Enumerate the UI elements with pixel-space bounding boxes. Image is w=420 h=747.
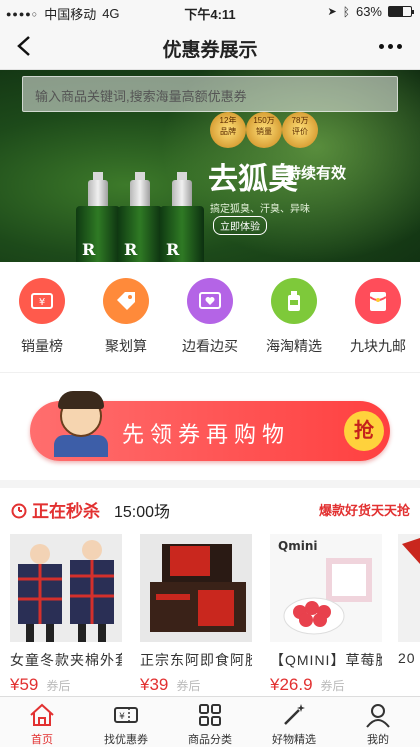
category-juhuasuan[interactable]: 聚划算 (84, 278, 168, 356)
flash-sale-label: 正在秒杀 (32, 502, 100, 521)
category-label: 海淘精选 (266, 338, 322, 354)
badge-sales: 150万 销量 (246, 112, 282, 148)
category-label: 销量榜 (21, 338, 63, 354)
category-99-shipping[interactable]: 九块九邮 (336, 278, 420, 356)
tab-good-picks[interactable]: 好物精选 (252, 701, 336, 747)
after-coupon-label: 券后 (46, 679, 71, 693)
more-dot (378, 43, 384, 49)
grid-icon (199, 704, 221, 726)
tab-label: 我的 (367, 734, 389, 746)
promo-banner[interactable]: R R R 输入商品关键词,搜索海量高额优惠券 12年 品牌 150万 销量 78万… (0, 70, 420, 262)
flash-sale-more-link[interactable]: 爆款好货天天抢 (319, 500, 410, 519)
category-watch-buy[interactable]: 边看边买 (168, 278, 252, 356)
tab-label: 好物精选 (272, 734, 316, 746)
product-price: ¥59 (10, 675, 39, 694)
alarm-clock-icon (11, 503, 27, 518)
product-name: 正宗东阿即食阿胶 (140, 652, 252, 668)
banner-cta[interactable]: 立即体验 (213, 216, 267, 235)
category-sales-ranking[interactable]: ¥ 销量榜 (0, 278, 84, 356)
bluetooth-icon: ᛒ (342, 4, 350, 19)
tab-mine[interactable]: 我的 (336, 701, 420, 747)
svg-text:¥: ¥ (119, 712, 125, 722)
page-title: 优惠券展示 (162, 40, 258, 61)
category-label: 九块九邮 (350, 338, 406, 354)
magic-wand-icon (284, 704, 305, 725)
location-icon: ➤ (327, 6, 337, 18)
coupon-banner[interactable]: 先领券再购物 抢 (30, 391, 390, 461)
after-coupon-label: 券后 (176, 679, 201, 693)
more-dot (387, 43, 393, 49)
product-name: 【QMINI】草莓脆 (270, 652, 382, 668)
product-name: 20 (398, 650, 416, 666)
product-bottle: R (76, 172, 120, 262)
product-price-row: ¥39 券后 (140, 675, 252, 695)
heart-tv-icon (187, 278, 233, 324)
tab-home[interactable]: 首页 (0, 701, 84, 747)
product-price: ¥39 (140, 675, 169, 694)
svg-text:¥: ¥ (39, 297, 45, 308)
banner-subheadline: 持续有效 (286, 165, 347, 182)
product-name: 女童冬款夹棉外套 (10, 652, 122, 668)
product-card[interactable]: 20 (398, 534, 420, 666)
flash-sale-header: 正在秒杀 15:00场 爆款好货天天抢 (0, 480, 420, 524)
svg-text:Qmini: Qmini (278, 539, 317, 553)
product-image (140, 534, 252, 642)
more-dot (396, 43, 402, 49)
product-bottle: R (118, 172, 162, 262)
status-bar: ●●●●○ 中国移动 4G 下午4:11 ➤ ᛒ 63% (0, 0, 420, 22)
battery-percent: 63% (355, 4, 382, 19)
mascot-image (52, 387, 110, 457)
coupon-banner-area: 先领券再购物 抢 (0, 372, 420, 480)
status-right: ➤ ᛒ 63% (327, 4, 414, 19)
product-bottle: R (160, 172, 204, 262)
coupon-icon: ¥ (114, 707, 138, 723)
product-card[interactable]: Qmini 【QMINI】草莓脆 ¥26.9 券后 (270, 534, 382, 695)
coupon-banner-text: 先领券再购物 (122, 422, 291, 447)
tab-categories[interactable]: 商品分类 (168, 701, 252, 747)
bottle-icon (271, 278, 317, 324)
product-price: ¥26.9 (270, 675, 313, 694)
user-icon (366, 704, 390, 728)
nav-bar: 优惠券展示 (0, 22, 420, 70)
red-envelope-icon (355, 278, 401, 324)
ticket-icon: ¥ (19, 278, 65, 324)
banner-note: 搞定狐臭、汗臭、异味 (210, 204, 310, 215)
home-icon (30, 703, 54, 726)
more-button[interactable] (370, 32, 410, 60)
badge-brand: 12年 品牌 (210, 112, 246, 148)
price-tag-icon (103, 278, 149, 324)
product-image: Qmini (270, 534, 382, 642)
tab-bar: 首页 ¥ 找优惠券 商品分类 好物精选 我的 (0, 696, 420, 747)
product-image (10, 534, 122, 642)
product-price-row: ¥59 券后 (10, 675, 122, 695)
battery-icon (388, 6, 414, 17)
badge-reviews: 78万 评价 (282, 112, 318, 148)
category-label: 边看边买 (182, 338, 238, 354)
banner-headline: 去狐臭 (208, 162, 298, 197)
tab-label: 商品分类 (188, 734, 232, 746)
category-row: ¥ 销量榜 聚划算 边看边买 海淘精选 九块九邮 (0, 262, 420, 372)
flash-sale-title: 正在秒杀 (10, 497, 100, 522)
product-carousel: 女童冬款夹棉外套 ¥59 券后 正宗东阿即食阿胶 ¥39 券后 Qmini 【QMI… (0, 524, 420, 696)
product-card[interactable]: 女童冬款夹棉外套 ¥59 券后 (10, 534, 122, 695)
search-input[interactable]: 输入商品关键词,搜索海量高额优惠券 (22, 76, 398, 112)
product-image (398, 534, 420, 642)
category-overseas[interactable]: 海淘精选 (252, 278, 336, 356)
flash-sale-time: 15:00场 (114, 504, 171, 521)
tab-find-coupons[interactable]: ¥ 找优惠券 (84, 701, 168, 747)
category-label: 聚划算 (105, 338, 147, 354)
tab-label: 找优惠券 (104, 734, 148, 746)
after-coupon-label: 券后 (320, 679, 345, 693)
product-price-row: ¥26.9 券后 (270, 675, 382, 695)
product-card[interactable]: 正宗东阿即食阿胶 ¥39 券后 (140, 534, 252, 695)
grab-button[interactable]: 抢 (344, 411, 384, 451)
tab-label: 首页 (31, 734, 53, 746)
